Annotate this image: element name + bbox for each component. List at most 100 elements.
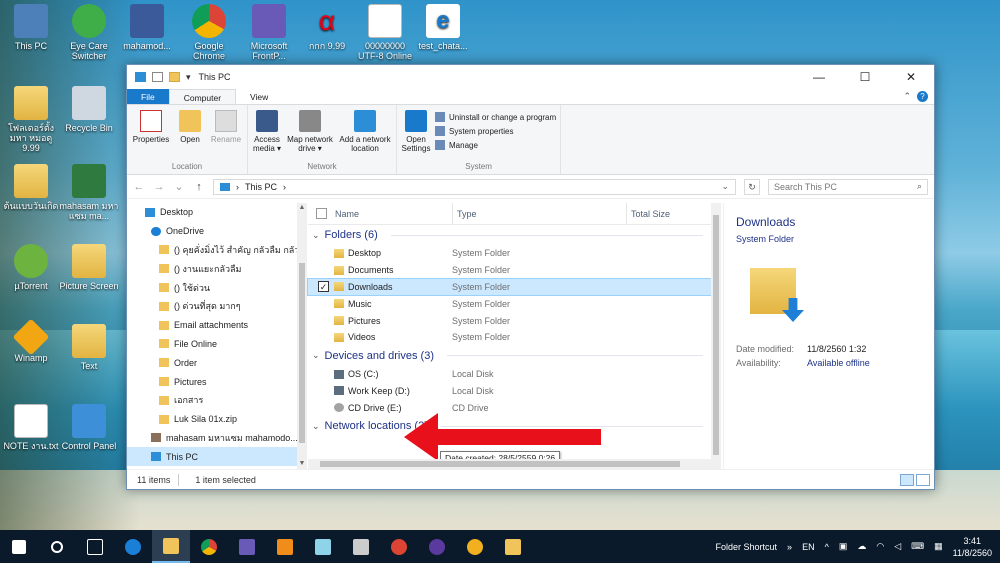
- list-item-selected[interactable]: ✓ Downloads System Folder: [307, 277, 712, 297]
- nav-item-order[interactable]: Order: [127, 353, 307, 372]
- refresh-icon[interactable]: ↻: [744, 178, 760, 195]
- nav-item-email-attachments[interactable]: Email attachments: [127, 316, 307, 335]
- search-button[interactable]: [38, 530, 76, 563]
- desktop-icon-winamp[interactable]: Winamp: [0, 318, 62, 363]
- ime-icon[interactable]: ▦: [934, 541, 943, 552]
- scroll-up-icon[interactable]: ▲: [297, 203, 307, 213]
- taskbar-photos[interactable]: [266, 530, 304, 563]
- column-total-size[interactable]: Total Size: [626, 203, 711, 224]
- nav-pane-scrollbar[interactable]: ▲ ▼: [297, 203, 307, 469]
- desktop-icon-folder-thai[interactable]: โฟลเดอร์ตั้ง มหา หมอดู 9.99: [0, 86, 62, 153]
- taskbar-settings-app[interactable]: [456, 530, 494, 563]
- nav-item-desktop[interactable]: Desktop: [127, 203, 307, 222]
- desktop-icon-note[interactable]: NOTE งาน.txt: [0, 404, 62, 451]
- list-item[interactable]: Videos System Folder: [308, 329, 711, 346]
- volume-icon[interactable]: ◁: [894, 541, 901, 552]
- clock[interactable]: 3:41 11/8/2560: [953, 535, 992, 559]
- add-network-location-button[interactable]: Add a network location: [338, 108, 392, 162]
- taskbar-file-explorer[interactable]: [152, 530, 190, 563]
- network-icon[interactable]: ▣: [839, 541, 848, 552]
- desktop-icon-birthday[interactable]: ต้นแบบวันเกิด: [0, 164, 62, 211]
- file-list-scrollbar[interactable]: [711, 203, 721, 469]
- desktop-icon-eye-care[interactable]: Eye Care Switcher: [58, 4, 120, 61]
- desktop-icon-picture-screen[interactable]: Picture Screen: [58, 244, 120, 291]
- nav-item-zip[interactable]: Luk Sila 01x.zip: [127, 410, 307, 429]
- system-properties-link[interactable]: System properties: [435, 126, 556, 136]
- search-input[interactable]: Search This PC ⌕: [768, 178, 928, 195]
- scrollbar-thumb[interactable]: [713, 215, 719, 455]
- task-view-button[interactable]: [76, 530, 114, 563]
- desktop-icon-alpha[interactable]: α กกก 9.99: [296, 4, 358, 51]
- open-button[interactable]: Open: [175, 108, 205, 162]
- taskbar-outlook[interactable]: [228, 530, 266, 563]
- list-item[interactable]: OS (C:) Local Disk: [308, 366, 711, 383]
- tab-view[interactable]: View: [236, 89, 282, 104]
- rename-button[interactable]: Rename: [209, 108, 243, 162]
- help-icon[interactable]: ?: [917, 91, 928, 102]
- nav-item-folder[interactable]: () ด่วนที่สุด มากๆ: [127, 297, 307, 316]
- list-item[interactable]: Pictures System Folder: [308, 312, 711, 329]
- column-type[interactable]: Type: [452, 203, 626, 224]
- recent-locations-icon[interactable]: ⌄: [173, 180, 185, 193]
- list-item[interactable]: Desktop System Folder: [308, 245, 711, 262]
- customize-quick-access-icon[interactable]: ▾: [186, 72, 191, 83]
- list-item[interactable]: Work Keep (D:) Local Disk: [308, 383, 711, 400]
- back-arrow-icon[interactable]: ←: [133, 181, 145, 193]
- taskbar-chrome[interactable]: [190, 530, 228, 563]
- list-item[interactable]: Documents System Folder: [308, 262, 711, 279]
- tab-computer[interactable]: Computer: [168, 89, 237, 104]
- nav-item-this-pc[interactable]: This PC: [127, 447, 307, 467]
- nav-item-documents-thai[interactable]: เอกสาร: [127, 391, 307, 410]
- taskbar-notepad[interactable]: [304, 530, 342, 563]
- map-network-drive-button[interactable]: Map network drive ▾: [286, 108, 334, 162]
- desktop-icon-recycle-bin[interactable]: Recycle Bin: [58, 86, 120, 133]
- item-checkbox[interactable]: ✓: [318, 281, 329, 293]
- properties-button[interactable]: Properties: [131, 108, 171, 162]
- column-name[interactable]: Name: [335, 209, 452, 219]
- toolbar-chevron-icon[interactable]: »: [787, 542, 792, 552]
- breadcrumb[interactable]: This PC: [245, 182, 277, 192]
- nav-item-folder[interactable]: () ใช้ด่วน: [127, 278, 307, 297]
- desktop-icon-this-pc[interactable]: This PC: [0, 4, 62, 51]
- desktop-icon-mahamod[interactable]: mahamod...: [116, 4, 178, 51]
- desktop-icon-frontpage[interactable]: Microsoft FrontP...: [238, 4, 300, 61]
- forward-arrow-icon[interactable]: →: [153, 181, 165, 193]
- close-button[interactable]: ✕: [888, 70, 934, 84]
- desktop-icon-control-panel[interactable]: Control Panel: [58, 404, 120, 451]
- scrollbar-thumb[interactable]: [299, 263, 305, 443]
- uninstall-program-link[interactable]: Uninstall or change a program: [435, 112, 556, 122]
- large-icons-view-icon[interactable]: [916, 473, 930, 486]
- up-arrow-icon[interactable]: ↑: [193, 181, 205, 193]
- desktop-icon-chrome[interactable]: Google Chrome: [178, 4, 240, 61]
- show-hidden-icons-icon[interactable]: ^: [825, 542, 829, 552]
- list-item[interactable]: CD Drive (E:) CD Drive: [308, 399, 711, 416]
- open-settings-button[interactable]: Open Settings: [401, 108, 431, 162]
- scroll-down-icon[interactable]: ▼: [297, 459, 307, 469]
- desktop-icon-mahasam[interactable]: mahasam มหาแซม ma...: [58, 164, 120, 221]
- keyboard-icon[interactable]: ⌨: [911, 541, 924, 552]
- taskbar-onedrive[interactable]: [114, 530, 152, 563]
- list-item[interactable]: Music System Folder: [308, 295, 711, 312]
- folder-shortcut-toolbar[interactable]: Folder Shortcut: [716, 542, 778, 552]
- taskbar-media[interactable]: [418, 530, 456, 563]
- select-all-checkbox[interactable]: [316, 208, 327, 219]
- horizontal-scrollbar[interactable]: [308, 459, 711, 469]
- desktop-icon-test-chat[interactable]: e test_chata...: [412, 4, 474, 51]
- language-indicator[interactable]: EN: [802, 542, 815, 552]
- taskbar-folder[interactable]: [494, 530, 532, 563]
- maximize-button[interactable]: ☐: [842, 70, 888, 84]
- scrollbar-thumb[interactable]: [320, 461, 680, 467]
- start-button[interactable]: [0, 530, 38, 563]
- nav-item-pictures[interactable]: Pictures: [127, 372, 307, 391]
- tab-file[interactable]: File: [127, 89, 169, 104]
- onedrive-tray-icon[interactable]: ☁: [857, 541, 866, 552]
- properties-quick-icon[interactable]: [152, 72, 163, 82]
- desktop-icon-text[interactable]: Text: [58, 324, 120, 371]
- new-folder-quick-icon[interactable]: [169, 72, 180, 82]
- address-bar[interactable]: › This PC › ⌄: [213, 178, 736, 195]
- desktop-icon-utorrent[interactable]: µTorrent: [0, 244, 62, 291]
- desktop-icon-utf8[interactable]: 00000000 UTF-8 Online: [354, 4, 416, 61]
- collapse-ribbon-icon[interactable]: ⌃: [903, 91, 911, 102]
- access-media-button[interactable]: Access media ▾: [252, 108, 282, 162]
- manage-link[interactable]: Manage: [435, 140, 556, 150]
